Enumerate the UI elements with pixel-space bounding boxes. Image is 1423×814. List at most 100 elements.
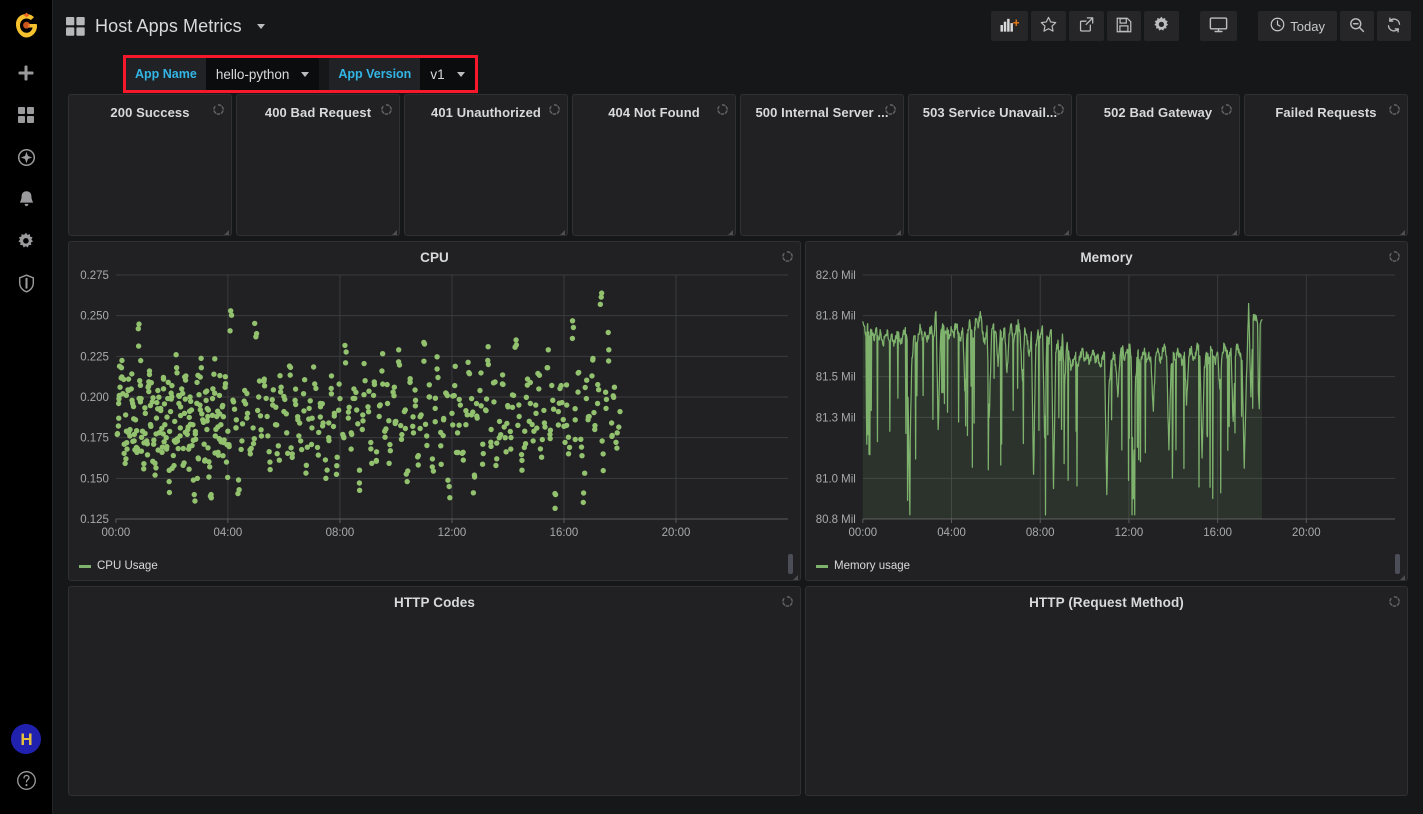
panel-400-bad-request[interactable]: 400 Bad Request: [236, 94, 400, 236]
zoom-out-time-button[interactable]: [1340, 11, 1374, 41]
svg-text:81.8 Mil: 81.8 Mil: [816, 311, 856, 323]
loading-spinner-icon: [1053, 102, 1064, 115]
svg-text:0.125: 0.125: [80, 514, 109, 526]
panel-resize-handle[interactable]: [1396, 224, 1405, 235]
panel-title: 502 Bad Gateway: [1103, 105, 1213, 120]
legend-label-memory-usage[interactable]: Memory usage: [834, 560, 910, 572]
share-dashboard-button[interactable]: [1069, 11, 1105, 41]
panel-resize-handle[interactable]: [892, 224, 901, 235]
panel-resize-handle[interactable]: [556, 224, 565, 235]
user-avatar[interactable]: H: [11, 724, 41, 754]
loading-spinner-icon: [1221, 102, 1232, 115]
share-icon: [1078, 16, 1095, 36]
panel-title: Failed Requests: [1275, 105, 1377, 120]
svg-text:0.250: 0.250: [80, 311, 109, 323]
panel-cpu[interactable]: CPU 0.125 0.150 0.175 0.200 0.225 0.250 0.275 0…: [68, 241, 801, 581]
grafana-logo-icon[interactable]: [0, 0, 53, 52]
svg-text:82.0 Mil: 82.0 Mil: [816, 270, 856, 282]
panel-title: HTTP Codes: [393, 595, 475, 610]
variable-app-name-select[interactable]: hello-python: [205, 58, 320, 90]
panel-title: Memory: [1080, 250, 1133, 265]
panel-failed-requests[interactable]: Failed Requests: [1244, 94, 1408, 236]
variable-app-version-value: v1: [430, 66, 445, 82]
panel-500-internal-server-error[interactable]: 500 Internal Server ...: [740, 94, 904, 236]
loading-spinner-icon: [885, 102, 896, 115]
memory-legend: Memory usage: [816, 560, 910, 572]
save-dashboard-button[interactable]: [1107, 11, 1142, 41]
panel-404-not-found[interactable]: 404 Not Found: [572, 94, 736, 236]
cpu-legend: CPU Usage: [79, 560, 158, 572]
panel-resize-handle[interactable]: [724, 224, 733, 235]
cycle-view-mode-button[interactable]: [1200, 11, 1238, 41]
mark-favorite-button[interactable]: [1031, 11, 1067, 41]
panel-resize-handle[interactable]: [1396, 569, 1405, 580]
chevron-down-icon: [301, 71, 310, 77]
panel-200-success[interactable]: 200 Success: [68, 94, 232, 236]
template-variables-bar: App Name hello-python App Version v1: [53, 52, 1423, 94]
sidebar-item-explore[interactable]: [0, 136, 53, 178]
panel-502-bad-gateway[interactable]: 502 Bad Gateway: [1076, 94, 1240, 236]
variable-app-version: App Version v1: [329, 58, 475, 90]
dashboard-title-caret-down-icon[interactable]: [256, 23, 265, 29]
svg-text:08:00: 08:00: [326, 527, 355, 539]
panel-resize-handle[interactable]: [1228, 224, 1237, 235]
refresh-dashboard-button[interactable]: [1377, 11, 1411, 41]
panel-http-request-method[interactable]: HTTP (Request Method): [805, 586, 1408, 796]
dashboard-grid-icon: [66, 16, 85, 36]
dashboard-toolbar: Host Apps Metrics Today: [53, 0, 1423, 52]
monitor-tv-icon: [1209, 16, 1228, 36]
sidebar-item-alerting[interactable]: [0, 178, 53, 220]
sidebar-item-server-admin[interactable]: [0, 262, 53, 304]
loading-spinner-icon: [782, 249, 793, 262]
variable-app-name-label: App Name: [126, 58, 206, 90]
panel-memory[interactable]: Memory 80.8 Mil 81.0 Mil 81.3 Mil 81.5 Mil 8…: [805, 241, 1408, 581]
loading-spinner-icon: [381, 102, 392, 115]
panel-title: 400 Bad Request: [264, 105, 372, 120]
panel-title: 503 Service Unavail...: [922, 105, 1058, 120]
stat-panel-row: 200 Success 400 Bad Request 401 Unauthor…: [68, 94, 1408, 236]
panel-401-unauthorized[interactable]: 401 Unauthorized: [404, 94, 568, 236]
panel-resize-handle[interactable]: [388, 224, 397, 235]
panel-resize-handle[interactable]: [1060, 224, 1069, 235]
loading-spinner-icon: [213, 102, 224, 115]
loading-spinner-icon: [1389, 102, 1400, 115]
cpu-scatter-chart[interactable]: 0.125 0.150 0.175 0.200 0.225 0.250 0.275 00:00…: [69, 265, 800, 545]
gear-icon: [1153, 16, 1170, 36]
memory-area-chart[interactable]: 80.8 Mil 81.0 Mil 81.3 Mil 81.5 Mil 81.8 Mil…: [806, 265, 1407, 545]
help-icon[interactable]: [16, 770, 37, 796]
svg-text:20:00: 20:00: [1292, 527, 1321, 539]
add-panel-button[interactable]: [991, 11, 1029, 41]
loading-spinner-icon: [717, 102, 728, 115]
panel-http-codes[interactable]: HTTP Codes: [68, 586, 801, 796]
svg-text:81.3 Mil: 81.3 Mil: [816, 412, 856, 424]
toolbar-left: Host Apps Metrics: [66, 16, 265, 37]
save-disk-icon: [1116, 17, 1132, 36]
panel-503-service-unavailable[interactable]: 503 Service Unavail...: [908, 94, 1072, 236]
legend-color-swatch: [79, 564, 91, 568]
panel-title: 200 Success: [110, 105, 190, 120]
svg-text:0.150: 0.150: [80, 473, 109, 485]
dashboard-grid: 200 Success 400 Bad Request 401 Unauthor…: [53, 94, 1423, 814]
svg-text:04:00: 04:00: [214, 527, 243, 539]
panel-resize-handle[interactable]: [789, 569, 798, 580]
sidebar-item-create-add[interactable]: [0, 52, 53, 94]
main-content: Host Apps Metrics Today App Name hello-p…: [53, 0, 1423, 814]
svg-text:0.225: 0.225: [80, 351, 109, 363]
svg-text:80.8 Mil: 80.8 Mil: [816, 514, 856, 526]
svg-text:12:00: 12:00: [438, 527, 467, 539]
chevron-down-icon: [456, 71, 465, 77]
time-picker-button[interactable]: Today: [1258, 11, 1337, 41]
avatar-initial: H: [20, 729, 32, 749]
legend-label-cpu-usage[interactable]: CPU Usage: [97, 560, 158, 572]
dashboard-settings-button[interactable]: [1144, 11, 1180, 41]
graph-panel-row: CPU 0.125 0.150 0.175 0.200 0.225 0.250 0.275 0…: [68, 241, 1408, 581]
sidebar-item-configuration[interactable]: [0, 220, 53, 262]
loading-spinner-icon: [782, 594, 793, 607]
svg-text:0.175: 0.175: [80, 433, 109, 445]
page-title[interactable]: Host Apps Metrics: [95, 16, 242, 37]
sidebar-item-dashboards[interactable]: [0, 94, 53, 136]
legend-color-swatch: [816, 564, 828, 568]
variable-app-version-select[interactable]: v1: [420, 58, 475, 90]
panel-resize-handle[interactable]: [220, 224, 229, 235]
panel-title: HTTP (Request Method): [1029, 595, 1184, 610]
